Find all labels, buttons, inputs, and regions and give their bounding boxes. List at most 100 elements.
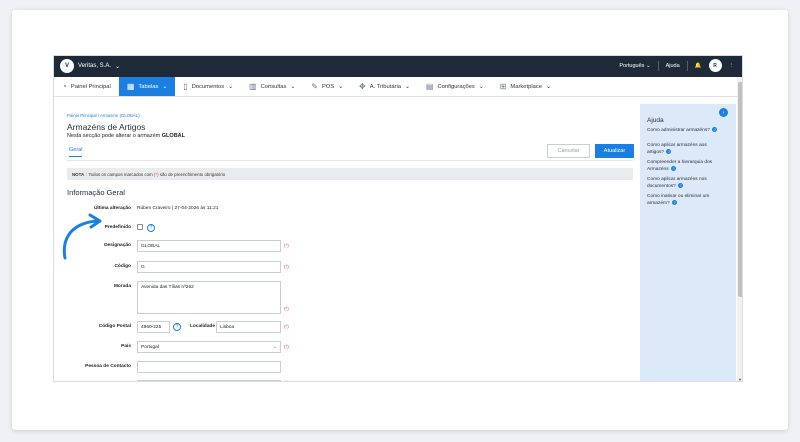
- company-logo-icon: V: [60, 59, 74, 73]
- country-value: Portugal: [141, 344, 159, 350]
- tab-geral[interactable]: Geral: [69, 147, 83, 157]
- nav-item-marketplace[interactable]: ⊞ Marketplace ⌄: [492, 77, 559, 96]
- subtitle-warehouse: GLOBAL: [161, 133, 186, 139]
- main-nav: ◔ Painel Principal ▦ Tabelas ⌄ ▯ Documen…: [54, 77, 742, 97]
- help-link-text: Compreender a hierarquia dos Armazéns: [647, 160, 713, 172]
- breadcrumb-current[interactable]: Armazém (GLOBAL): [100, 113, 140, 118]
- nav-item-pos[interactable]: ✎ POS ⌄: [303, 77, 351, 96]
- chart-icon: ▥: [249, 82, 257, 91]
- section-title: Informação Geral: [67, 188, 125, 197]
- nav-item-configuracoes[interactable]: ▤ Configurações ⌄: [418, 77, 492, 96]
- address-textarea[interactable]: Avenida das Tílias nº262: [137, 281, 281, 314]
- kebab-menu-icon[interactable]: ⋮: [729, 63, 735, 69]
- chevron-down-icon: ⌄: [272, 344, 277, 350]
- main-content: Painel Principal / Armazém (GLOBAL) Arma…: [61, 104, 639, 381]
- divider: [686, 60, 688, 71]
- divider: [67, 160, 633, 161]
- last-change-label: Última alteração: [93, 206, 131, 211]
- chevron-down-icon: ⌄: [405, 83, 410, 90]
- nav-label: Documentos: [191, 83, 225, 90]
- chevron-down-icon: ⌄: [115, 63, 121, 70]
- top-right-menu: Português ⌄ Ajuda 🔔 R ⋮: [619, 59, 734, 72]
- required-mark: (*): [284, 380, 289, 381]
- company-selector[interactable]: V Veritas, S.A. ⌄: [60, 59, 120, 73]
- note-text: : Todos os campos marcados com: [86, 171, 153, 177]
- help-link[interactable]: Ajuda: [666, 63, 680, 69]
- help-link-item[interactable]: Compreender a hierarquia dos Armazéns ?: [647, 160, 722, 173]
- help-link-item[interactable]: Como aplicar armazéns aos artigos? ?: [647, 143, 722, 156]
- locality-label: Localidade: [189, 324, 215, 329]
- address-label: Morada: [113, 284, 131, 289]
- top-bar: V Veritas, S.A. ⌄ Português ⌄ Ajuda 🔔 R …: [54, 56, 742, 77]
- app-window: V Veritas, S.A. ⌄ Português ⌄ Ajuda 🔔 R …: [53, 55, 743, 382]
- nav-item-tabelas[interactable]: ▦ Tabelas ⌄: [118, 77, 176, 96]
- help-link-item[interactable]: Como inativar ou eliminar um armazém? ?: [647, 194, 722, 207]
- help-link-text: Como inativar ou eliminar um armazém?: [647, 194, 710, 206]
- required-mark: (*): [153, 171, 159, 177]
- annotation-arrow-icon: [62, 213, 102, 260]
- scroll-thumb[interactable]: [738, 82, 742, 297]
- scroll-down-icon[interactable]: ▼: [738, 377, 742, 381]
- company-name: Veritas, S.A.: [78, 63, 112, 69]
- country-label: País: [121, 344, 131, 349]
- contact-person-input[interactable]: [137, 361, 281, 373]
- required-fields-note: NOTA : Todos os campos marcados com (*) …: [67, 168, 633, 180]
- chevron-down-icon: ⌄: [162, 83, 168, 90]
- nav-item-documentos[interactable]: ▯ Documentos ⌄: [175, 77, 241, 96]
- help-toggle-icon[interactable]: ›: [719, 108, 728, 117]
- designation-input[interactable]: GLOBAL: [137, 240, 281, 252]
- page-subtitle: Nesta secção pode alterar o armazém GLOB…: [67, 133, 185, 139]
- nav-label: Tabelas: [138, 83, 159, 90]
- code-input[interactable]: G: [137, 261, 281, 273]
- default-checkbox[interactable]: [137, 224, 143, 230]
- bell-icon[interactable]: 🔔: [695, 63, 702, 69]
- cancel-button[interactable]: Cancelar: [547, 144, 590, 158]
- help-link-item[interactable]: Como administrar armazéns? ?: [647, 127, 722, 134]
- required-mark: (*): [284, 243, 289, 248]
- dashboard-icon: ◔: [62, 82, 67, 91]
- page-title: Armazéns de Artigos: [67, 122, 146, 132]
- last-change-value: Rúben Craveiro | 27-04-2026 às 11:21: [137, 206, 219, 211]
- update-button[interactable]: Atualizar: [595, 144, 634, 158]
- avatar[interactable]: R: [708, 59, 722, 72]
- country-select[interactable]: Portugal ⌄: [137, 341, 281, 353]
- required-mark: (*): [284, 344, 289, 349]
- breadcrumb-separator: /: [97, 113, 100, 118]
- nav-item-painel-principal[interactable]: ◔ Painel Principal: [54, 77, 119, 96]
- chevron-down-icon: ⌄: [545, 83, 551, 90]
- scrollbar[interactable]: ▼: [737, 77, 742, 381]
- help-title: Ajuda: [647, 117, 664, 124]
- help-icon: ?: [672, 200, 678, 205]
- help-icon: ?: [670, 166, 676, 171]
- chevron-down-icon: ⌄: [228, 83, 234, 90]
- pos-icon: ✎: [311, 82, 318, 91]
- help-icon: ?: [666, 149, 672, 154]
- chevron-down-icon: ⌄: [478, 83, 484, 90]
- breadcrumb: Painel Principal / Armazém (GLOBAL): [67, 113, 140, 118]
- next-field-input[interactable]: [137, 380, 281, 381]
- nav-item-a-tributaria[interactable]: ✥ A. Tributária ⌄: [351, 77, 418, 96]
- tax-icon: ✥: [359, 82, 366, 91]
- language-selector[interactable]: Português ⌄: [619, 63, 650, 69]
- tables-icon: ▦: [126, 82, 135, 91]
- help-link-text: Como administrar armazéns?: [647, 127, 710, 133]
- settings-icon: ▤: [425, 82, 434, 91]
- nav-label: Painel Principal: [70, 83, 111, 90]
- nav-label: Configurações: [437, 83, 475, 90]
- help-link-item[interactable]: Como aplicar armazéns nos documentos? ?: [647, 177, 722, 190]
- help-icon: ?: [712, 127, 718, 132]
- help-icon[interactable]: ?: [147, 224, 155, 232]
- nav-item-consultas[interactable]: ▥ Consultas ⌄: [241, 77, 303, 96]
- marketplace-icon: ⊞: [499, 82, 507, 91]
- chevron-down-icon: ⌄: [290, 83, 296, 90]
- required-mark: (*): [284, 306, 289, 311]
- breadcrumb-root[interactable]: Painel Principal: [67, 113, 97, 118]
- required-mark: (*): [284, 264, 289, 269]
- language-label: Português: [619, 62, 645, 69]
- contact-person-label: Pessoa de Contacto: [85, 364, 131, 369]
- required-mark: (*): [284, 324, 289, 329]
- nav-label: POS: [321, 83, 335, 90]
- help-panel: Ajuda Como administrar armazéns? ? Como …: [640, 104, 736, 381]
- locality-input[interactable]: Lisboa: [216, 321, 281, 333]
- help-icon: ?: [678, 183, 684, 188]
